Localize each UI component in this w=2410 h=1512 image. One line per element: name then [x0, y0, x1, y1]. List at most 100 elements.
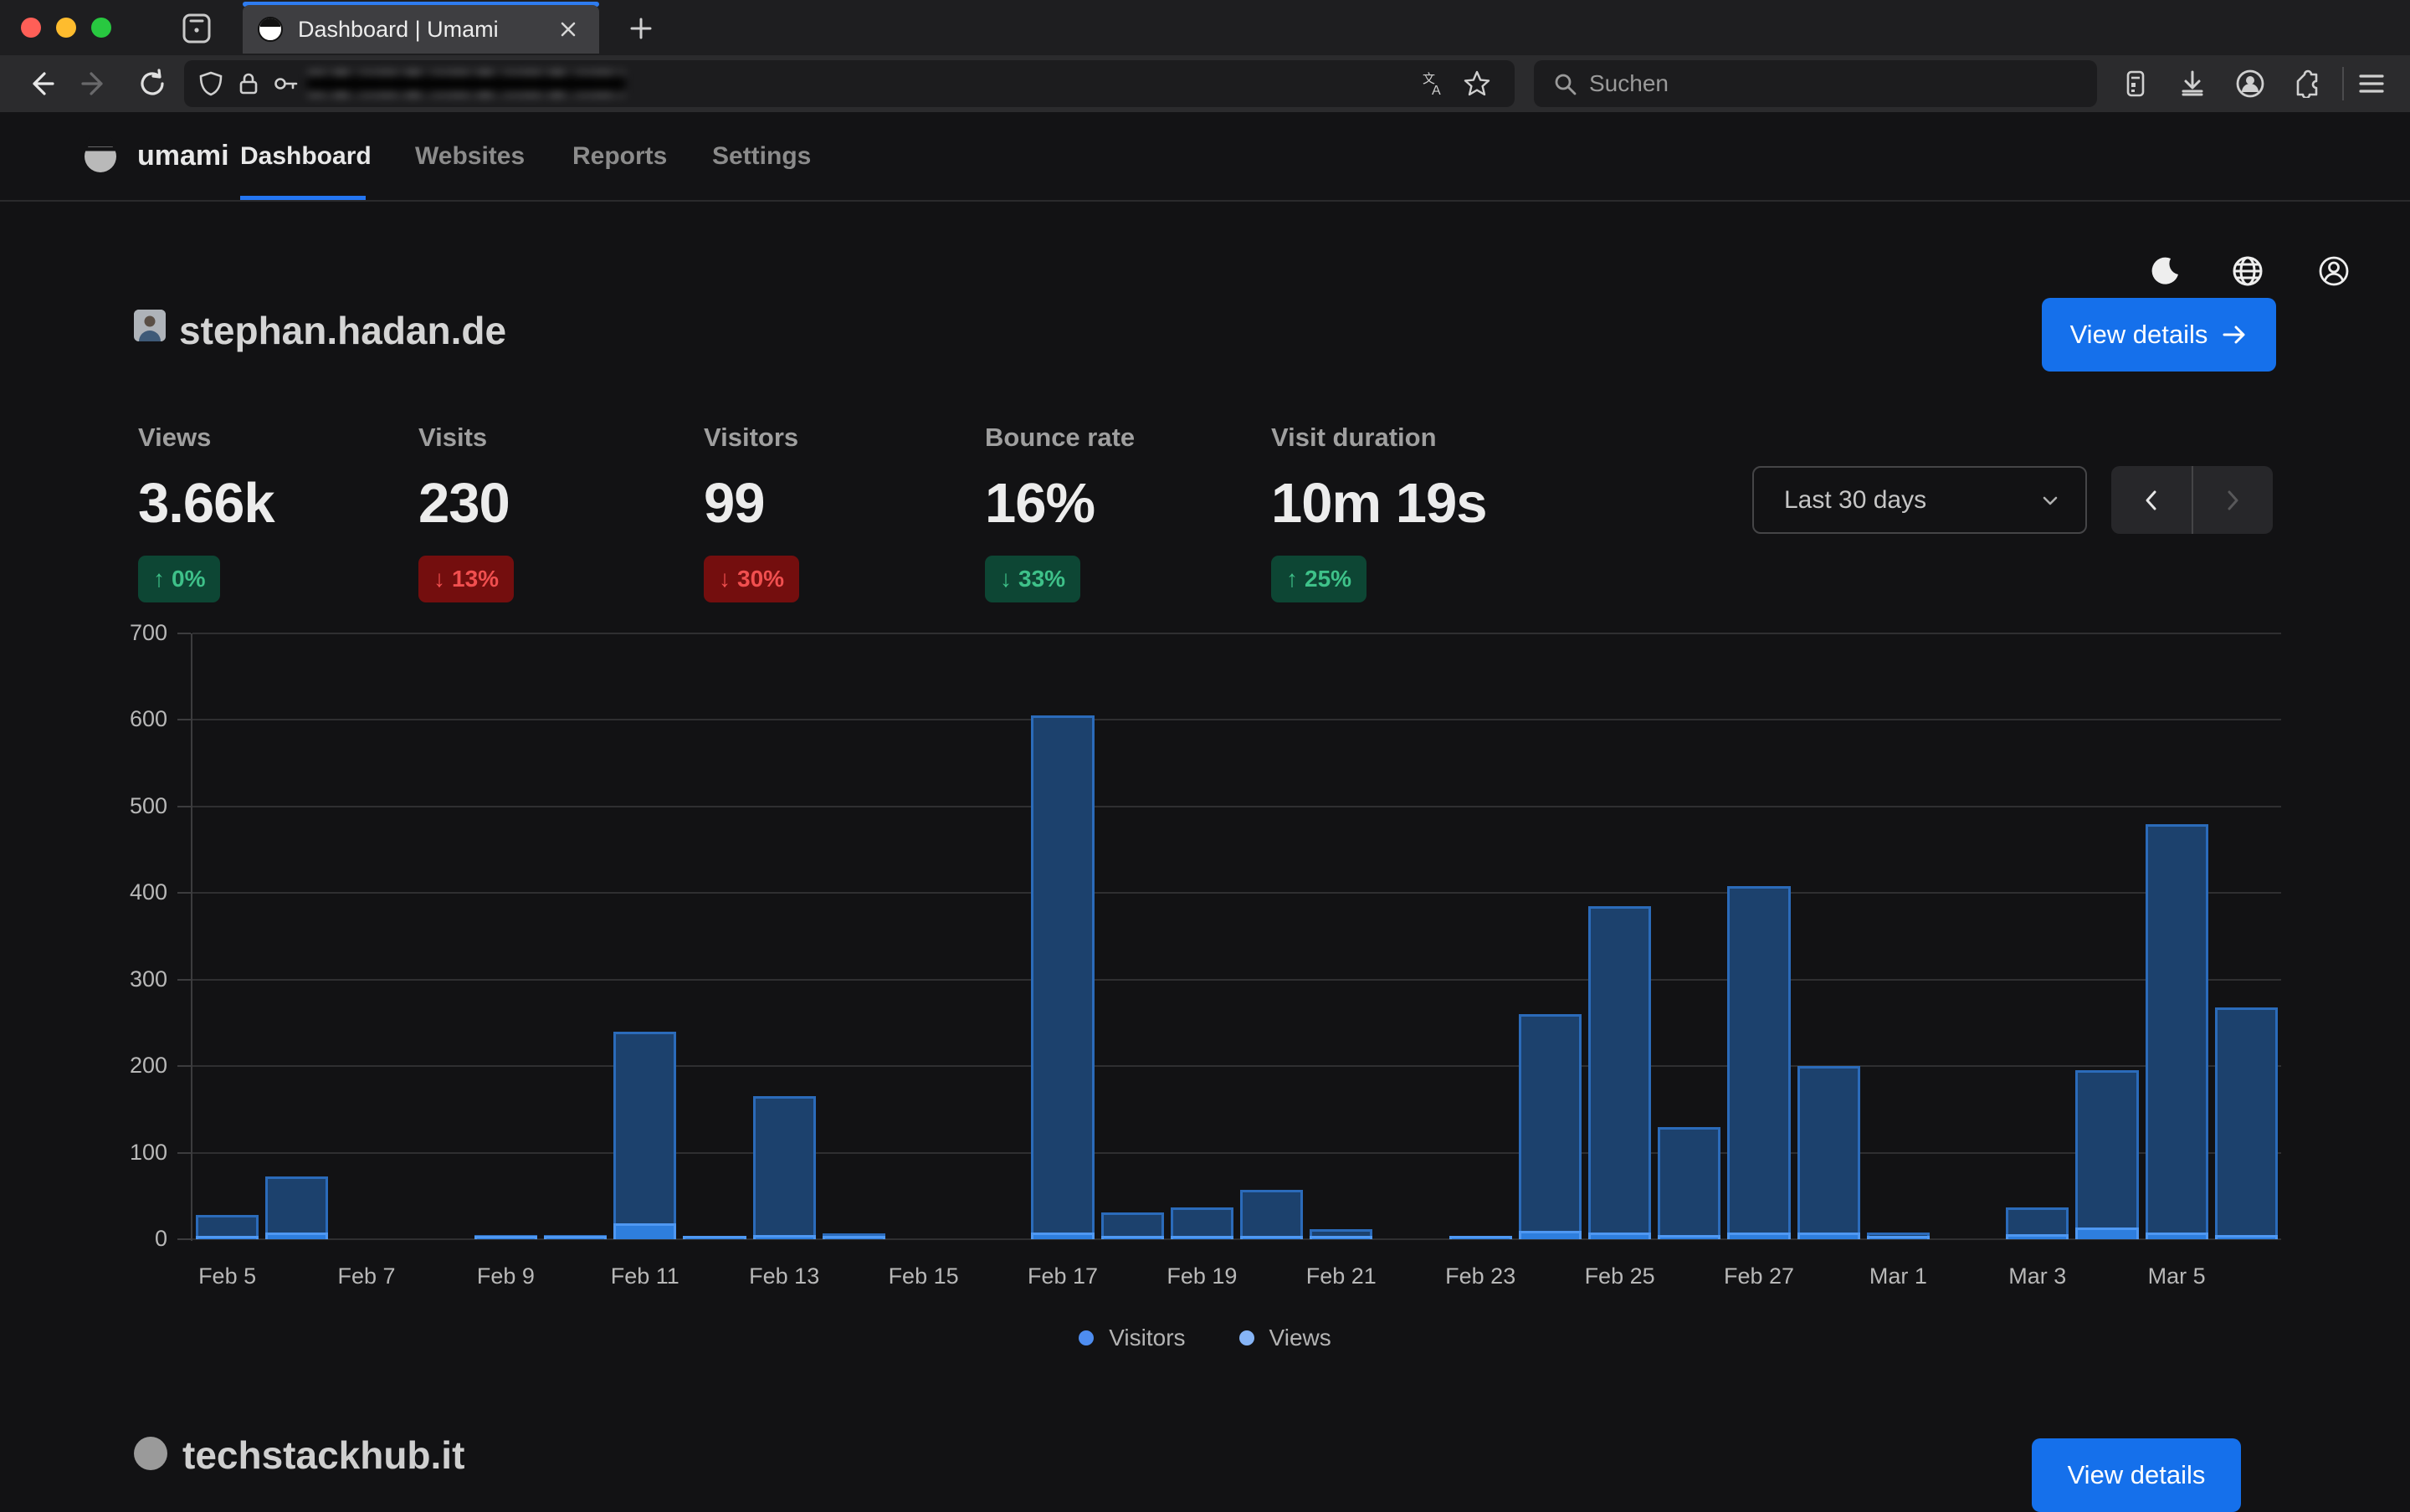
close-window-button[interactable]: [21, 18, 41, 38]
nav-item-reports[interactable]: Reports: [572, 142, 667, 171]
tab-close-icon[interactable]: [556, 17, 581, 42]
x-tick-label: Feb 23: [1405, 1263, 1556, 1289]
visitors-bar: [1797, 1233, 1860, 1239]
legend-label: Views: [1269, 1325, 1331, 1351]
views-bar: [1658, 1127, 1720, 1239]
metric-change-badge: ↑25%: [1271, 556, 1367, 602]
bookmark-star-icon[interactable]: [1463, 69, 1491, 98]
metric-value: 99: [704, 471, 972, 536]
chevron-down-icon: [2038, 489, 2062, 512]
y-tick-label: 700: [100, 620, 167, 646]
metric-change-badge: ↑0%: [138, 556, 220, 602]
reload-button[interactable]: [134, 65, 171, 102]
visitors-bar: [2006, 1234, 2069, 1239]
legend-item-visitors[interactable]: Visitors: [1079, 1325, 1185, 1351]
masked-url-text: [307, 70, 625, 97]
browser-tab[interactable]: Dashboard | Umami: [243, 5, 599, 54]
nav-item-websites[interactable]: Websites: [415, 142, 525, 171]
y-tick-label: 100: [100, 1140, 167, 1166]
browser-toolbar: 文A Suchen: [0, 55, 2410, 112]
website-title-clipped[interactable]: techstackhub.it: [182, 1433, 464, 1478]
legend-item-views[interactable]: Views: [1239, 1325, 1331, 1351]
brand-name: umami: [137, 140, 229, 172]
metric-visit-duration: Visit duration 10m 19s ↑25%: [1271, 423, 1539, 602]
visitors-bar: [1031, 1233, 1094, 1239]
menu-hamburger-icon[interactable]: [2353, 65, 2390, 102]
view-details-label: View details: [2070, 320, 2208, 350]
key-icon[interactable]: [271, 69, 300, 98]
date-range-dropdown[interactable]: Last 30 days: [1752, 466, 2087, 534]
metric-change-badge: ↓33%: [985, 556, 1080, 602]
visitors-dot-icon: [1079, 1330, 1094, 1345]
search-input[interactable]: Suchen: [1534, 60, 2097, 107]
minimize-window-button[interactable]: [56, 18, 76, 38]
y-tick: [177, 806, 191, 807]
prev-period-button[interactable]: [2111, 466, 2192, 534]
theme-toggle-moon-icon[interactable]: [2147, 253, 2184, 290]
visitors-bar: [196, 1236, 259, 1239]
website-title[interactable]: stephan.hadan.de: [179, 308, 506, 353]
y-tick-label: 500: [100, 793, 167, 819]
nav-item-dashboard[interactable]: Dashboard: [240, 142, 372, 171]
forward-button[interactable]: [77, 65, 114, 102]
extensions-icon[interactable]: [2290, 65, 2326, 102]
visitors-bar: [823, 1236, 885, 1239]
y-tick-label: 200: [100, 1053, 167, 1079]
views-bar: [265, 1176, 328, 1240]
arrow-right-icon: [2221, 321, 2248, 348]
y-tick: [177, 1238, 191, 1240]
arrow-down-icon: ↓: [719, 566, 731, 592]
account-icon[interactable]: [2232, 65, 2269, 102]
translate-icon[interactable]: 文A: [1419, 69, 1448, 98]
visitors-bar: [683, 1236, 746, 1239]
x-tick-label: Mar 3: [1962, 1263, 2113, 1289]
metric-value: 230: [418, 471, 686, 536]
toolbar-divider: [2342, 67, 2344, 100]
y-tick-label: 300: [100, 966, 167, 992]
views-bar: [2215, 1007, 2278, 1239]
website-favicon: [134, 310, 166, 341]
lock-icon[interactable]: [236, 71, 261, 96]
visitors-bar: [1727, 1233, 1790, 1239]
views-bar: [2146, 824, 2208, 1239]
visitors-bar: [474, 1236, 537, 1239]
legend-label: Visitors: [1109, 1325, 1185, 1351]
visitors-bar: [1588, 1233, 1651, 1239]
views-bar: [1519, 1014, 1582, 1239]
x-tick-label: Feb 5: [152, 1263, 303, 1289]
arrow-down-icon: ↓: [1000, 566, 1012, 592]
profile-icon[interactable]: [2315, 253, 2352, 290]
back-button[interactable]: [22, 65, 59, 102]
next-period-button[interactable]: [2192, 466, 2273, 534]
x-tick-label: Feb 17: [987, 1263, 1138, 1289]
downloads-icon[interactable]: [2174, 65, 2211, 102]
x-tick-label: Feb 21: [1266, 1263, 1417, 1289]
zoom-window-button[interactable]: [91, 18, 111, 38]
view-details-button[interactable]: View details: [2032, 1438, 2241, 1512]
x-tick-label: Feb 27: [1684, 1263, 1834, 1289]
active-nav-underline: [240, 196, 366, 200]
y-tick: [177, 1152, 191, 1154]
visitors-bar: [1240, 1236, 1303, 1239]
visitors-bar: [544, 1236, 607, 1239]
chart-legend: Visitors Views: [0, 1325, 2410, 1351]
arrow-down-icon: ↓: [433, 566, 445, 592]
tab-manager-icon[interactable]: [180, 12, 213, 45]
brand[interactable]: umami: [82, 137, 229, 174]
metric-value: 3.66k: [138, 471, 406, 536]
visitors-bar: [2215, 1235, 2278, 1239]
visitors-bar: [1519, 1231, 1582, 1239]
app-header: umami Dashboard Websites Reports Setting…: [0, 112, 2410, 202]
traffic-bar-chart: 0100200300400500600700 Feb 5Feb 7Feb 9Fe…: [0, 611, 2410, 1364]
new-tab-button[interactable]: [626, 13, 656, 44]
search-placeholder: Suchen: [1589, 70, 1669, 97]
chart-plot: [192, 633, 2281, 1239]
views-bar: [1588, 906, 1651, 1239]
metric-change-badge: ↓13%: [418, 556, 514, 602]
view-details-button[interactable]: View details: [2042, 298, 2276, 372]
password-manager-icon[interactable]: [2117, 65, 2154, 102]
shield-icon[interactable]: [197, 70, 224, 97]
nav-item-settings[interactable]: Settings: [712, 142, 811, 171]
language-globe-icon[interactable]: [2229, 253, 2266, 290]
url-bar[interactable]: 文A: [184, 60, 1515, 107]
